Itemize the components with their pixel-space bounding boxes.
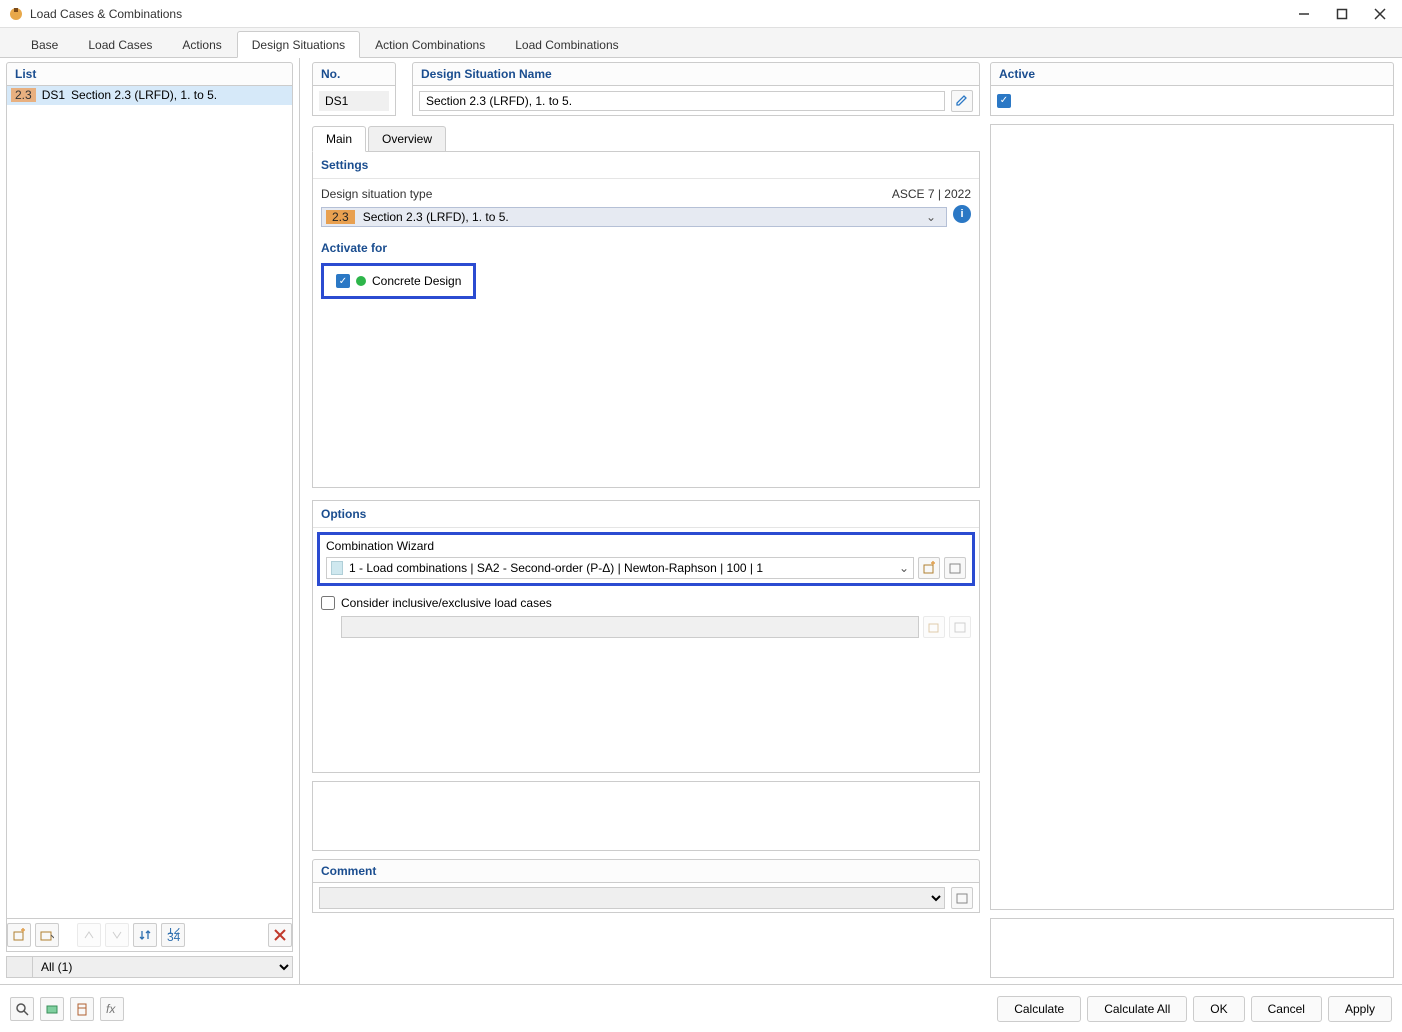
renumber-button[interactable]: 1234: [161, 923, 185, 947]
combination-wizard-box: Combination Wizard 1 - Load combinations…: [317, 532, 975, 586]
comment-label: Comment: [312, 859, 980, 883]
ok-button[interactable]: OK: [1193, 996, 1244, 1022]
fx-tool-button[interactable]: fx: [100, 997, 124, 1021]
tab-load-cases[interactable]: Load Cases: [73, 31, 167, 57]
options-title: Options: [313, 501, 979, 528]
standard-label: ASCE 7 | 2022: [892, 187, 971, 201]
ds-type-label: Design situation type: [321, 187, 432, 201]
status-dot-icon: [356, 276, 366, 286]
list-ds: DS1: [42, 88, 65, 102]
edit-name-button[interactable]: [951, 90, 973, 112]
cancel-button[interactable]: Cancel: [1251, 996, 1322, 1022]
footer: fx Calculate Calculate All OK Cancel App…: [0, 984, 1402, 1032]
calculate-all-button[interactable]: Calculate All: [1087, 996, 1187, 1022]
list-item-name: Section 2.3 (LRFD), 1. to 5.: [71, 88, 217, 102]
subtab-overview[interactable]: Overview: [368, 126, 446, 151]
tab-design-situations[interactable]: Design Situations: [237, 31, 360, 58]
consider-select: [341, 616, 919, 638]
new-folder-button[interactable]: [35, 923, 59, 947]
consider-label: Consider inclusive/exclusive load cases: [341, 596, 552, 610]
filter-swatch: [6, 956, 32, 978]
title-bar: Load Cases & Combinations: [0, 0, 1402, 28]
preview-panel-upper: [990, 124, 1394, 910]
close-button[interactable]: [1370, 4, 1390, 24]
filter-select[interactable]: All (1): [32, 956, 293, 978]
apply-button[interactable]: Apply: [1328, 996, 1392, 1022]
wizard-value: 1 - Load combinations | SA2 - Second-ord…: [349, 561, 899, 575]
list-badge: 2.3: [11, 88, 36, 102]
move-down-button: [105, 923, 129, 947]
list-panel: List 2.3 DS1 Section 2.3 (LRFD), 1. to 5…: [0, 58, 300, 984]
tab-load-combinations[interactable]: Load Combinations: [500, 31, 633, 57]
wizard-label: Combination Wizard: [326, 539, 966, 553]
list-filter: All (1): [6, 956, 293, 978]
wizard-select[interactable]: 1 - Load combinations | SA2 - Second-ord…: [326, 557, 914, 579]
window-title: Load Cases & Combinations: [30, 7, 1294, 21]
info-icon[interactable]: i: [953, 205, 971, 223]
chevron-down-icon: ⌄: [899, 561, 909, 575]
consider-checkbox[interactable]: [321, 596, 335, 610]
comment-select[interactable]: [319, 887, 945, 909]
comment-button[interactable]: [951, 887, 973, 909]
blank-panel: [312, 781, 980, 851]
maximize-button[interactable]: [1332, 4, 1352, 24]
no-label: No.: [312, 62, 396, 86]
tab-base[interactable]: Base: [16, 31, 73, 57]
tab-actions[interactable]: Actions: [167, 31, 236, 57]
activate-checkbox[interactable]: ✓: [336, 274, 350, 288]
consider-edit-button: [949, 616, 971, 638]
activate-label: Concrete Design: [372, 274, 461, 288]
search-tool-button[interactable]: [10, 997, 34, 1021]
minimize-button[interactable]: [1294, 4, 1314, 24]
chevron-down-icon: ⌄: [926, 210, 936, 224]
list-header: List: [6, 62, 293, 86]
no-field: [319, 91, 389, 111]
name-label: Design Situation Name: [412, 62, 980, 86]
main-tabs: Base Load Cases Actions Design Situation…: [0, 28, 1402, 58]
calculate-button[interactable]: Calculate: [997, 996, 1081, 1022]
detail-subtabs: Main Overview: [312, 126, 980, 152]
name-field[interactable]: [419, 91, 945, 111]
delete-button[interactable]: [268, 923, 292, 947]
move-up-button: [77, 923, 101, 947]
list-toolbar: 1234: [6, 919, 293, 952]
ds-type-select[interactable]: 2.3 Section 2.3 (LRFD), 1. to 5. ⌄: [321, 207, 947, 227]
ds-type-badge: 2.3: [326, 210, 355, 224]
wizard-edit-button[interactable]: [944, 557, 966, 579]
svg-text:34: 34: [167, 930, 180, 942]
active-label: Active: [990, 62, 1394, 86]
sort-button[interactable]: [133, 923, 157, 947]
svg-text:fx: fx: [106, 1002, 116, 1016]
activate-concrete-design[interactable]: ✓ Concrete Design: [321, 263, 476, 299]
wizard-new-button[interactable]: [918, 557, 940, 579]
activate-title: Activate for: [321, 241, 971, 255]
active-checkbox[interactable]: ✓: [997, 94, 1011, 108]
new-item-button[interactable]: [7, 923, 31, 947]
preview-panel-lower: [990, 918, 1394, 978]
consider-new-button: [923, 616, 945, 638]
list-body: 2.3 DS1 Section 2.3 (LRFD), 1. to 5.: [6, 86, 293, 919]
tab-action-combinations[interactable]: Action Combinations: [360, 31, 500, 57]
units-tool-button[interactable]: [40, 997, 64, 1021]
wizard-swatch-icon: [331, 561, 343, 575]
ds-type-text: Section 2.3 (LRFD), 1. to 5.: [363, 210, 920, 224]
list-row[interactable]: 2.3 DS1 Section 2.3 (LRFD), 1. to 5.: [7, 86, 292, 105]
settings-title: Settings: [313, 152, 979, 179]
subtab-main[interactable]: Main: [312, 126, 366, 152]
lc-tool-button[interactable]: [70, 997, 94, 1021]
app-icon: [8, 6, 24, 22]
